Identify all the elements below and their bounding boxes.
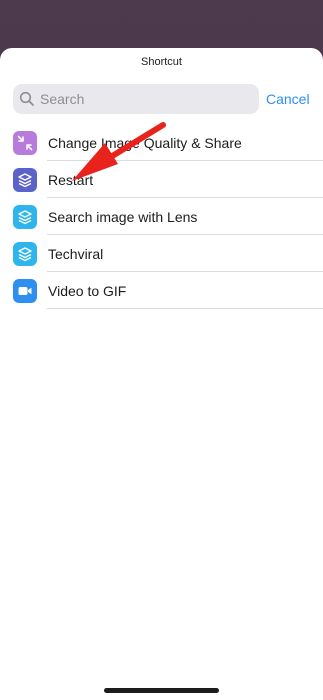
shortcuts-layers-icon — [13, 204, 37, 229]
item-label: Video to GIF — [48, 282, 127, 299]
shortcut-list: Change Image Quality & Share Restart Sea… — [0, 124, 323, 309]
compress-arrows-icon — [13, 130, 37, 155]
list-item-video-to-gif[interactable]: Video to GIF — [0, 272, 323, 309]
home-indicator — [104, 688, 219, 693]
search-input[interactable]: Search — [13, 84, 259, 114]
shortcuts-layers-icon — [13, 241, 37, 266]
item-label: Restart — [48, 171, 94, 188]
cancel-button[interactable]: Cancel — [266, 91, 310, 107]
item-label: Change Image Quality & Share — [48, 134, 242, 151]
shortcuts-layers-icon — [13, 167, 37, 192]
item-label: Search image with Lens — [48, 208, 198, 225]
sheet-title: Shortcut — [141, 56, 182, 68]
list-item-restart[interactable]: Restart — [0, 161, 323, 198]
list-item-change-image-quality[interactable]: Change Image Quality & Share — [0, 124, 323, 161]
list-item-techviral[interactable]: Techviral — [0, 235, 323, 272]
search-icon — [19, 91, 35, 107]
search-placeholder: Search — [40, 91, 85, 107]
video-camera-icon — [13, 278, 37, 303]
list-item-search-image-with-lens[interactable]: Search image with Lens — [0, 198, 323, 235]
item-label: Techviral — [48, 245, 104, 262]
shortcut-sheet: Shortcut Search Cancel Change Image Qual… — [0, 48, 323, 700]
